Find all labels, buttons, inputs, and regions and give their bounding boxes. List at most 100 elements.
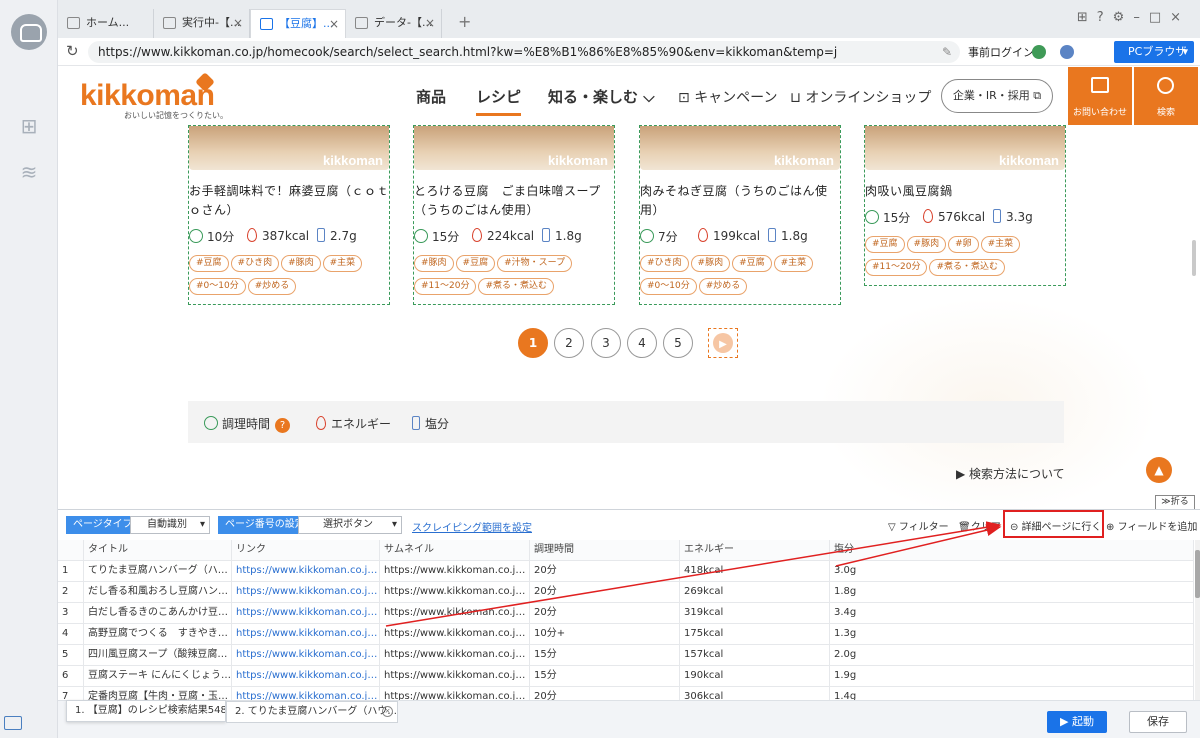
nav-campaign[interactable]: ⊡ キャンペーン: [678, 87, 778, 107]
page-1[interactable]: 1: [518, 328, 548, 358]
table-cell[interactable]: https://www.kikkoman.co.jp/home...: [232, 582, 380, 603]
recipe-title[interactable]: とろける豆腐 ごま白味噌スープ（うちのごはん使用）: [414, 170, 614, 220]
table-cell[interactable]: 15分: [530, 645, 680, 666]
search-howto-link[interactable]: ▶ 検索方法について: [956, 465, 1065, 482]
recipe-image[interactable]: kikkoman: [189, 126, 389, 170]
table-cell[interactable]: 四川風豆腐スープ（酸辣豆腐羹）: [84, 645, 232, 666]
recipe-tag[interactable]: #煮る・煮込む: [478, 278, 554, 295]
column-header[interactable]: エネルギー: [680, 540, 830, 561]
recipe-tag[interactable]: #豆腐: [189, 255, 229, 272]
table-cell[interactable]: 2.0g: [830, 645, 1194, 666]
recipe-tag[interactable]: #豚肉: [690, 255, 731, 272]
table-cell[interactable]: 157kcal: [680, 645, 830, 666]
kikkoman-logo[interactable]: kikkoman: [80, 79, 215, 113]
page-scrollbar[interactable]: [1191, 125, 1197, 505]
scroll-top-button[interactable]: ▲: [1146, 457, 1172, 483]
tab-tofu[interactable]: 【豆腐】... ×: [250, 9, 346, 38]
table-cell[interactable]: 豆腐ステーキ にんにくじょうゆ...: [84, 666, 232, 687]
recipe-tag[interactable]: #主菜: [980, 236, 1021, 253]
recipe-tag[interactable]: #汁物・スープ: [497, 255, 573, 272]
recipe-tag[interactable]: #0〜10分: [640, 278, 697, 295]
column-header[interactable]: 調理時間: [530, 540, 680, 561]
clear-button[interactable]: 🗑クリア: [958, 518, 1001, 533]
table-cell[interactable]: てりたま豆腐ハンバーグ（ハウス...: [84, 561, 232, 582]
edit-icon[interactable]: ✎: [942, 41, 952, 63]
step-tab-2[interactable]: 2. てりたま豆腐ハンバーグ（ハウ... ×: [226, 701, 398, 723]
recipe-title[interactable]: 肉吸い風豆腐鍋: [865, 170, 1065, 201]
table-cell[interactable]: 1.8g: [830, 582, 1194, 603]
tab-home[interactable]: ホーム...: [58, 9, 154, 38]
table-cell[interactable]: 3.0g: [830, 561, 1194, 582]
column-header[interactable]: [58, 540, 84, 561]
table-row[interactable]: 2 だし香る和風おろし豆腐ハンバー... https://www.kikkoman.…: [58, 582, 1194, 603]
add-task-icon[interactable]: ⊞: [17, 114, 41, 138]
recipe-tag[interactable]: #煮る・煮込む: [929, 259, 1005, 276]
table-cell[interactable]: 3.4g: [830, 603, 1194, 624]
recipe-image[interactable]: kikkoman: [414, 126, 614, 170]
close-icon[interactable]: ×: [233, 9, 243, 37]
table-cell[interactable]: 2: [58, 582, 84, 603]
table-cell[interactable]: https://www.kikkoman.co.jp/home...: [380, 582, 530, 603]
nav-products[interactable]: 商品: [416, 86, 446, 107]
close-icon[interactable]: ×: [425, 9, 435, 37]
recipe-tag[interactable]: #主菜: [322, 255, 363, 272]
page-2[interactable]: 2: [554, 328, 584, 358]
recipe-tag[interactable]: #豚肉: [906, 236, 947, 253]
table-cell[interactable]: 高野豆腐でつくる すきやき肉豆...: [84, 624, 232, 645]
recipe-image[interactable]: kikkoman: [865, 126, 1065, 170]
recipe-title[interactable]: 肉みそねぎ豆腐（うちのごはん使用）: [640, 170, 840, 220]
recipe-tag[interactable]: #ひき肉: [640, 255, 689, 272]
pc-browser-dropdown[interactable]: PCブラウザ: [1114, 41, 1194, 63]
url-input[interactable]: https://www.kikkoman.co.jp/homecook/sear…: [88, 41, 960, 63]
column-header[interactable]: タイトル: [84, 540, 232, 561]
recipe-tag[interactable]: #豚肉: [281, 255, 321, 272]
nav-recipes[interactable]: レシピ: [476, 86, 522, 116]
table-cell[interactable]: 190kcal: [680, 666, 830, 687]
recipe-tag[interactable]: #炒める: [698, 278, 748, 295]
pre-login-button[interactable]: 事前ログイン: [968, 44, 1034, 60]
table-row[interactable]: 6 豆腐ステーキ にんにくじょうゆ... https://www.kikkoman.…: [58, 666, 1194, 687]
table-row[interactable]: 3 白だし香るきのこあんかけ豆腐ハ... https://www.kikkoman.…: [58, 603, 1194, 624]
recipe-tag[interactable]: #11〜20分: [414, 278, 477, 295]
table-cell[interactable]: 1: [58, 561, 84, 582]
table-cell[interactable]: https://www.kikkoman.co.jp/home...: [232, 624, 380, 645]
crab-logo-icon[interactable]: [11, 14, 47, 50]
recipe-card[interactable]: kikkoman 肉みそねぎ豆腐（うちのごはん使用） 7分 199kcal 1.8g #ひ…: [639, 125, 841, 305]
table-row[interactable]: 5 四川風豆腐スープ（酸辣豆腐羹） https://www.kikkoman.co.…: [58, 645, 1194, 666]
table-scrollbar[interactable]: [1195, 540, 1200, 700]
table-cell[interactable]: 1.9g: [830, 666, 1194, 687]
filter-button[interactable]: ▽ フィルター: [888, 518, 949, 533]
close-icon[interactable]: ×: [382, 706, 393, 717]
table-cell[interactable]: https://www.kikkoman.co.jp/home...: [380, 645, 530, 666]
table-cell[interactable]: 6: [58, 666, 84, 687]
tab-running[interactable]: 実行中-【... ×: [154, 9, 250, 38]
table-cell[interactable]: 175kcal: [680, 624, 830, 645]
help-icon[interactable]: ?: [275, 418, 291, 433]
corp-ir-button[interactable]: 企業・IR・採用 ⧉: [941, 79, 1053, 113]
table-cell[interactable]: https://www.kikkoman.co.jp/home...: [232, 666, 380, 687]
table-cell[interactable]: 418kcal: [680, 561, 830, 582]
recipe-tag[interactable]: #主菜: [773, 255, 814, 272]
table-cell[interactable]: https://www.kikkoman.co.jp/home...: [380, 603, 530, 624]
page-3[interactable]: 3: [591, 328, 621, 358]
recipe-tag[interactable]: #豆腐: [732, 255, 772, 272]
scrape-range-link[interactable]: スクレイピング範囲を設定: [412, 519, 532, 534]
page-type-select[interactable]: 自動識別: [130, 516, 210, 534]
page-number-select[interactable]: 選択ボタン: [298, 516, 402, 534]
table-cell[interactable]: 269kcal: [680, 582, 830, 603]
table-cell[interactable]: https://www.kikkoman.co.jp/home...: [232, 603, 380, 624]
recipe-tag[interactable]: #ひき肉: [230, 255, 280, 272]
table-cell[interactable]: 4: [58, 624, 84, 645]
table-cell[interactable]: 10分+: [530, 624, 680, 645]
recipe-tag[interactable]: #0〜10分: [189, 278, 246, 295]
contact-button[interactable]: お問い合わせ: [1068, 67, 1132, 125]
layers-icon[interactable]: ≋: [17, 160, 41, 184]
table-cell[interactable]: 白だし香るきのこあんかけ豆腐ハ...: [84, 603, 232, 624]
user-icon[interactable]: [1060, 45, 1074, 59]
mail-icon[interactable]: [4, 716, 22, 730]
reload-icon[interactable]: ↻: [66, 42, 79, 60]
extension-icon[interactable]: [1032, 45, 1046, 59]
page-4[interactable]: 4: [627, 328, 657, 358]
recipe-tag[interactable]: #11〜20分: [865, 259, 928, 276]
close-icon[interactable]: ×: [329, 10, 339, 38]
